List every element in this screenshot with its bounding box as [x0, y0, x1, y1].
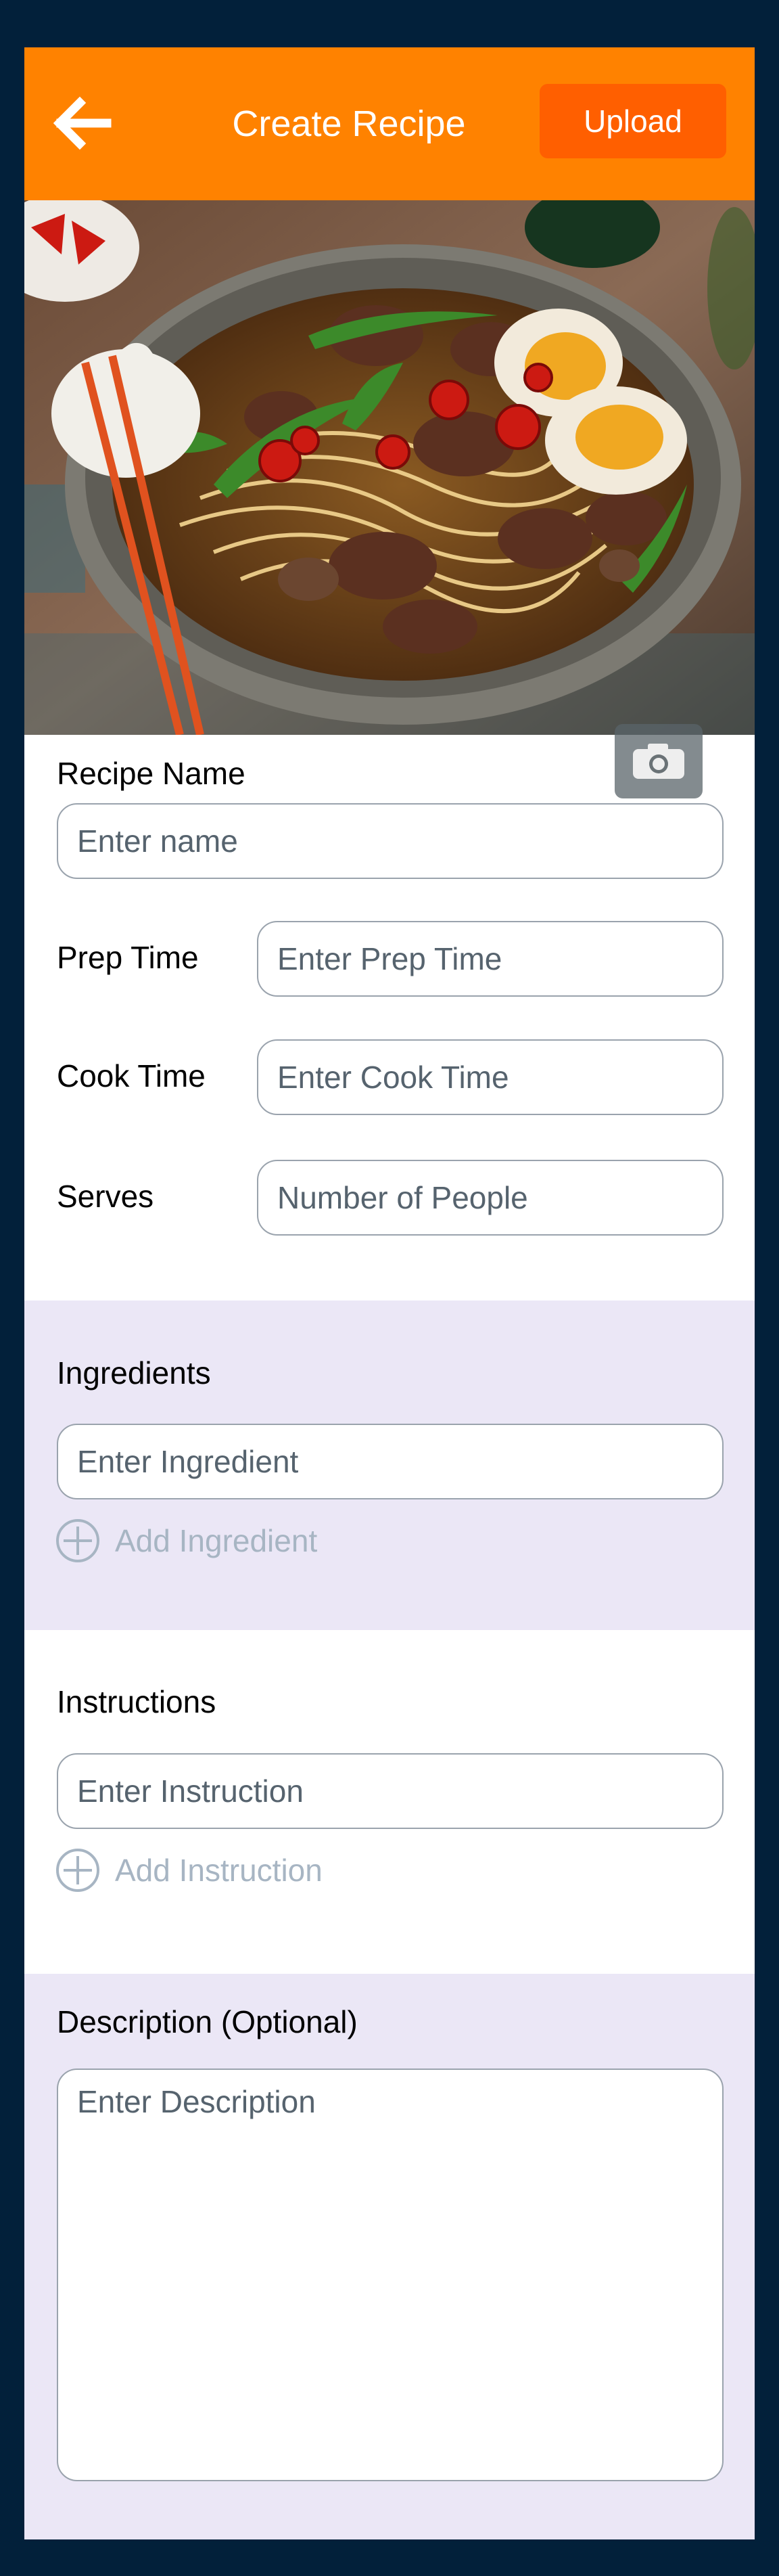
ingredient-input[interactable]: [57, 1424, 724, 1499]
plus-circle-icon: [56, 1519, 99, 1562]
instructions-heading: Instructions: [57, 1684, 216, 1719]
plus-circle-icon: [56, 1849, 99, 1892]
description-heading: Description (Optional): [57, 2004, 358, 2039]
instruction-input[interactable]: [57, 1753, 724, 1829]
app-header: Create Recipe Upload: [24, 47, 755, 200]
recipe-photo: [24, 200, 755, 798]
prep-time-input[interactable]: [257, 921, 724, 997]
description-textarea[interactable]: [57, 2069, 724, 2481]
upload-button[interactable]: Upload: [540, 84, 726, 158]
change-photo-button[interactable]: [615, 724, 703, 798]
arrow-left-icon: [53, 96, 112, 150]
ingredients-section: Ingredients Add Ingredient: [24, 1301, 755, 1630]
add-instruction-button[interactable]: Add Instruction: [55, 1848, 323, 1893]
back-button[interactable]: [53, 96, 114, 150]
camera-icon: [633, 744, 684, 779]
recipe-name-label: Recipe Name: [57, 756, 245, 791]
add-instruction-label: Add Instruction: [115, 1853, 323, 1888]
description-section: Description (Optional): [24, 1974, 755, 2539]
create-recipe-screen: Create Recipe Upload Recipe Name Enter n…: [24, 47, 755, 2539]
page-title: Create Recipe: [232, 104, 466, 144]
add-ingredient-button[interactable]: Add Ingredient: [55, 1518, 317, 1563]
add-ingredient-label: Add Ingredient: [115, 1523, 318, 1558]
cook-time-input[interactable]: [257, 1039, 724, 1115]
serves-input[interactable]: [257, 1160, 724, 1236]
recipe-name-input[interactable]: [57, 803, 724, 879]
prep-time-label: Prep Time: [57, 940, 199, 975]
serves-label: Serves: [57, 1179, 154, 1214]
ramen-bowl-image: [24, 200, 755, 735]
cook-time-label: Cook Time: [57, 1058, 206, 1093]
ingredients-heading: Ingredients: [57, 1355, 211, 1391]
